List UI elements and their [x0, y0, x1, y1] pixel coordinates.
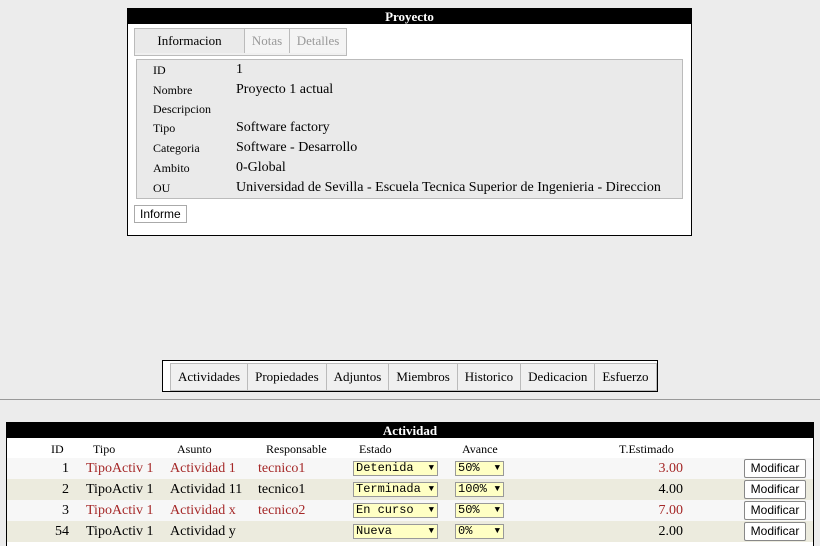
- tab-dedicacion[interactable]: Dedicacion: [521, 364, 596, 390]
- estado-select[interactable]: Nueva ▼: [353, 524, 438, 539]
- field-row-ambito: Ambito 0-Global: [137, 158, 682, 178]
- col-header-testimado: T.Estimado: [619, 442, 674, 456]
- modify-button[interactable]: Modificar: [744, 480, 806, 499]
- estado-select[interactable]: Detenida ▼: [353, 461, 438, 476]
- field-value: 1: [236, 62, 243, 77]
- table-row: 54 TipoActiv 1 Actividad y Nueva ▼ 0% ▼ 2.…: [7, 521, 813, 542]
- tab-notas[interactable]: Notas: [245, 29, 290, 53]
- project-info-box: ID 1 Nombre Proyecto 1 actual Descripcio…: [136, 59, 683, 199]
- tab-propiedades[interactable]: Propiedades: [248, 364, 327, 390]
- col-header-estado: Estado: [359, 442, 392, 456]
- cell-asunto[interactable]: Actividad 11: [170, 482, 242, 498]
- col-header-responsable: Responsable: [266, 442, 327, 456]
- divider: [0, 399, 820, 400]
- cell-tipo[interactable]: TipoActiv 1: [86, 482, 154, 498]
- field-label: Tipo: [153, 121, 176, 135]
- table-row: 3 TipoActiv 1 Actividad x tecnico2 En cu…: [7, 500, 813, 521]
- table-header: ID Tipo Asunto Responsable Estado Avance…: [7, 441, 813, 458]
- tab-esfuerzo[interactable]: Esfuerzo: [595, 364, 655, 390]
- col-header-tipo: Tipo: [93, 442, 116, 456]
- field-row-categoria: Categoria Software - Desarrollo: [137, 138, 682, 158]
- cell-tipo[interactable]: TipoActiv 1: [86, 461, 154, 477]
- section-tabs-panel: Actividades Propiedades Adjuntos Miembro…: [162, 360, 658, 392]
- modify-button[interactable]: Modificar: [744, 501, 806, 520]
- modify-button[interactable]: Modificar: [744, 522, 806, 541]
- field-row-tipo: Tipo Software factory: [137, 118, 682, 138]
- project-tabs: Informacion Notas Detalles: [134, 28, 347, 56]
- chevron-down-icon: ▼: [428, 526, 434, 536]
- field-value: Software - Desarrollo: [236, 140, 358, 155]
- tab-adjuntos[interactable]: Adjuntos: [327, 364, 390, 390]
- field-label: Descripcion: [153, 102, 211, 116]
- cell-id: 2: [62, 482, 69, 497]
- field-label: OU: [153, 181, 171, 195]
- field-label: Nombre: [153, 83, 193, 97]
- cell-responsable[interactable]: tecnico1: [258, 461, 305, 477]
- chevron-down-icon: ▼: [494, 463, 500, 473]
- cell-responsable[interactable]: tecnico1: [258, 482, 305, 498]
- modify-button[interactable]: Modificar: [744, 459, 806, 478]
- chevron-down-icon: ▼: [494, 484, 500, 494]
- cell-responsable[interactable]: tecnico2: [258, 503, 305, 519]
- project-title: Proyecto: [128, 9, 691, 24]
- field-row-id: ID 1: [137, 60, 682, 80]
- field-row-ou: OU Universidad de Sevilla - Escuela Tecn…: [137, 178, 682, 198]
- cell-asunto[interactable]: Actividad 1: [170, 461, 236, 477]
- field-value: Software factory: [236, 120, 330, 135]
- project-panel: Proyecto Informacion Notas Detalles ID 1…: [127, 8, 692, 236]
- field-label: ID: [153, 63, 166, 77]
- chevron-down-icon: ▼: [428, 505, 434, 515]
- avance-select[interactable]: 50% ▼: [455, 461, 504, 476]
- tab-miembros[interactable]: Miembros: [389, 364, 458, 390]
- field-value: 0-Global: [236, 160, 286, 175]
- field-label: Categoria: [153, 141, 200, 155]
- avance-select[interactable]: 50% ▼: [455, 503, 504, 518]
- chevron-down-icon: ▼: [494, 526, 500, 536]
- field-label: Ambito: [153, 161, 190, 175]
- field-row-descripcion: Descripcion: [137, 99, 682, 119]
- cell-tipo[interactable]: TipoActiv 1: [86, 503, 154, 519]
- cell-tipo[interactable]: TipoActiv 1: [86, 524, 154, 540]
- chevron-down-icon: ▼: [428, 463, 434, 473]
- estado-select[interactable]: En curso ▼: [353, 503, 438, 518]
- cell-id: 3: [62, 503, 69, 518]
- cell-asunto[interactable]: Actividad y: [170, 524, 236, 540]
- cell-asunto[interactable]: Actividad x: [170, 503, 236, 519]
- cell-estimado: 2.00: [658, 524, 684, 539]
- chevron-down-icon: ▼: [494, 505, 500, 515]
- avance-select[interactable]: 100% ▼: [455, 482, 504, 497]
- field-value: Universidad de Sevilla - Escuela Tecnica…: [236, 180, 661, 195]
- tab-informacion[interactable]: Informacion: [135, 29, 245, 53]
- cell-id: 54: [55, 524, 69, 539]
- cell-estimado: 7.00: [658, 503, 684, 518]
- cell-id: 1: [62, 461, 69, 476]
- avance-select[interactable]: 0% ▼: [455, 524, 504, 539]
- tab-actividades[interactable]: Actividades: [171, 364, 249, 390]
- tab-historico[interactable]: Historico: [458, 364, 522, 390]
- col-header-asunto: Asunto: [177, 442, 212, 456]
- field-row-nombre: Nombre Proyecto 1 actual: [137, 80, 682, 100]
- cell-estimado: 4.00: [658, 482, 684, 497]
- estado-select[interactable]: Terminada ▼: [353, 482, 438, 497]
- activity-panel: Actividad ID Tipo Asunto Responsable Est…: [6, 422, 814, 546]
- cell-estimado: 3.00: [658, 461, 684, 476]
- informe-button[interactable]: Informe: [134, 205, 187, 223]
- col-header-avance: Avance: [462, 442, 498, 456]
- table-row: 1 TipoActiv 1 Actividad 1 tecnico1 Deten…: [7, 458, 813, 479]
- col-header-id: ID: [51, 442, 64, 456]
- tab-detalles[interactable]: Detalles: [290, 29, 346, 53]
- table-row: 2 TipoActiv 1 Actividad 11 tecnico1 Term…: [7, 479, 813, 500]
- activity-title: Actividad: [7, 423, 813, 438]
- chevron-down-icon: ▼: [428, 484, 434, 494]
- field-value: Proyecto 1 actual: [236, 82, 334, 97]
- section-tabs: Actividades Propiedades Adjuntos Miembro…: [170, 363, 657, 391]
